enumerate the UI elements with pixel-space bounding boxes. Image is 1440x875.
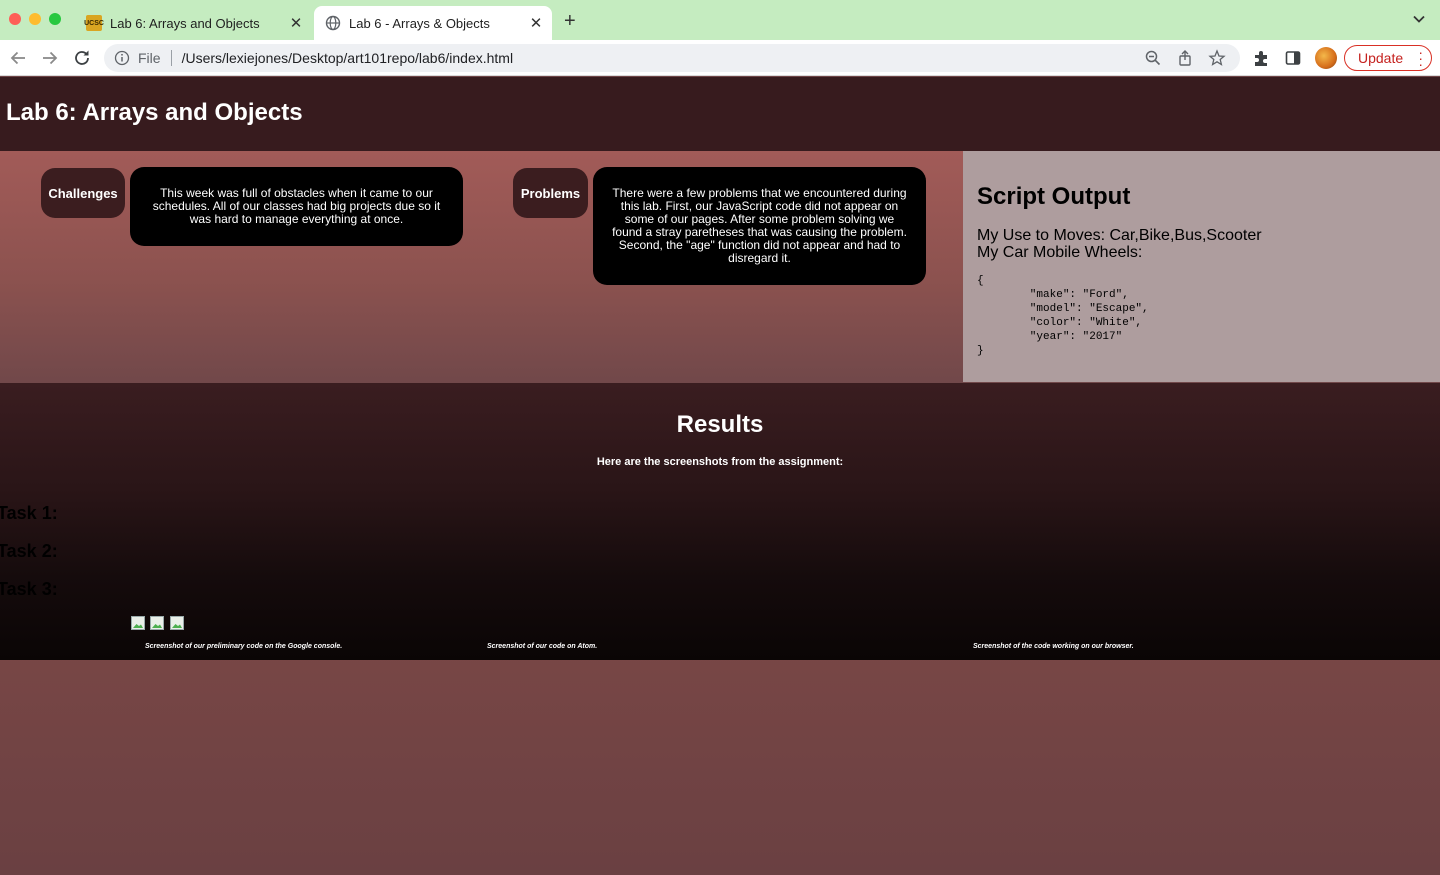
tab-close-icon[interactable]: ✕ xyxy=(284,14,308,32)
challenges-text: This week was full of obstacles when it … xyxy=(130,167,463,246)
moves-output-line: My Use to Moves: Car,Bike,Bus,Scooter xyxy=(977,227,1262,244)
tab-lab6-arrays-objects-active[interactable]: Lab 6 - Arrays & Objects ✕ xyxy=(314,6,552,40)
car-object-json: { "make": "Ford", "model": "Escape", "co… xyxy=(977,275,1149,357)
close-window-button[interactable] xyxy=(9,13,21,25)
results-section: Results Here are the screenshots from th… xyxy=(0,383,1440,660)
omnibox-divider xyxy=(170,50,172,66)
tab-title: Lab 6 - Arrays & Objects xyxy=(349,15,490,31)
wheels-output-line: My Car Mobile Wheels: xyxy=(977,244,1143,261)
more-menu-icon[interactable]: · · · xyxy=(1418,45,1423,71)
broken-image-icon xyxy=(170,616,184,630)
page-header: Lab 6: Arrays and Objects xyxy=(0,77,1440,151)
script-output-title: Script Output xyxy=(977,183,1131,210)
problems-label: Problems xyxy=(513,168,588,218)
tab-title: Lab 6: Arrays and Objects xyxy=(110,15,260,31)
browser-toolbar: File /Users/lexiejones/Desktop/art101rep… xyxy=(0,40,1440,76)
forward-arrow-icon[interactable] xyxy=(40,48,60,68)
screenshot-caption-1: Screenshot of our preliminary code on th… xyxy=(145,643,343,650)
side-panel-icon[interactable] xyxy=(1284,49,1302,67)
update-button[interactable]: Update · · · xyxy=(1344,45,1432,71)
task-1-heading: Task 1: xyxy=(0,503,58,523)
profile-avatar[interactable] xyxy=(1315,47,1337,69)
task-3-heading: Task 3: xyxy=(0,579,58,599)
page-title: Lab 6: Arrays and Objects xyxy=(6,99,303,126)
results-subtitle: Here are the screenshots from the assign… xyxy=(596,456,844,468)
minimize-window-button[interactable] xyxy=(29,13,41,25)
globe-icon xyxy=(325,15,341,31)
url-text[interactable]: /Users/lexiejones/Desktop/art101repo/lab… xyxy=(182,50,1144,66)
web-page: Lab 6: Arrays and Objects Challenges Thi… xyxy=(0,77,1440,875)
browser-tabstrip: UCSC Lab 6: Arrays and Objects ✕ Lab 6 -… xyxy=(0,0,1440,40)
share-icon[interactable] xyxy=(1176,49,1194,67)
address-bar[interactable]: File /Users/lexiejones/Desktop/art101rep… xyxy=(104,44,1240,72)
scheme-label: File xyxy=(138,50,161,66)
tab-lab6-arrays-and-objects[interactable]: UCSC Lab 6: Arrays and Objects ✕ xyxy=(76,6,312,40)
task-2-heading: Task 2: xyxy=(0,541,58,561)
challenges-label: Challenges xyxy=(41,168,125,218)
reload-icon[interactable] xyxy=(72,48,92,68)
screenshot-caption-3: Screenshot of the code working on our br… xyxy=(973,643,1134,650)
tab-close-icon[interactable]: ✕ xyxy=(524,14,548,32)
screenshot-caption-2: Screenshot of our code on Atom. xyxy=(487,643,598,650)
extensions-puzzle-icon[interactable] xyxy=(1252,49,1270,67)
broken-image-icon xyxy=(131,616,145,630)
script-output-panel: Script Output My Use to Moves: Car,Bike,… xyxy=(963,151,1440,382)
bookmark-star-icon[interactable] xyxy=(1208,49,1226,67)
broken-image-icon xyxy=(150,616,164,630)
results-title: Results xyxy=(676,411,764,438)
chevron-down-icon[interactable] xyxy=(1412,12,1426,26)
maximize-window-button[interactable] xyxy=(49,13,61,25)
problems-text: There were a few problems that we encoun… xyxy=(593,167,926,285)
back-arrow-icon[interactable] xyxy=(8,48,28,68)
new-tab-button[interactable]: + xyxy=(564,11,576,31)
content-section: Challenges This week was full of obstacl… xyxy=(0,151,1440,383)
ucsc-favicon-icon: UCSC xyxy=(84,15,104,31)
update-label: Update xyxy=(1358,50,1404,66)
info-icon[interactable] xyxy=(114,50,130,66)
zoom-out-icon[interactable] xyxy=(1144,49,1162,67)
